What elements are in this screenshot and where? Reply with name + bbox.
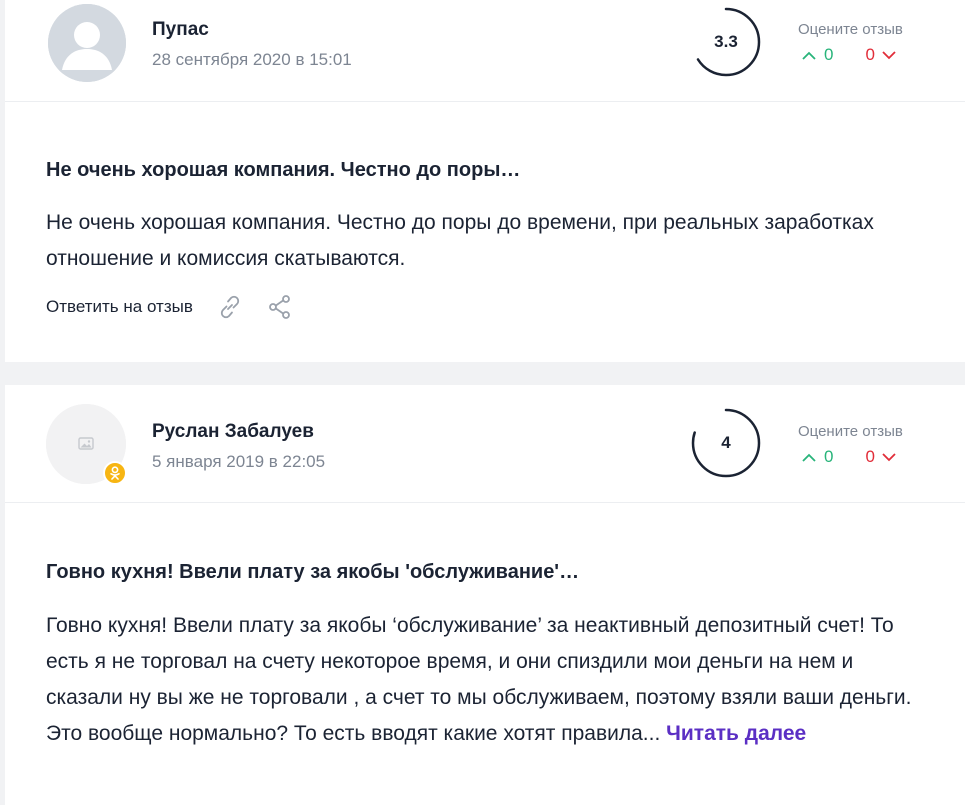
vote-controls: 0 0 (802, 44, 896, 66)
review-card: Пупас 28 сентября 2020 в 15:01 3.3 Оцени… (5, 0, 965, 362)
review-card: Руслан Забалуев 5 января 2019 в 22:05 4 … (5, 385, 965, 805)
vote-down-button[interactable]: 0 (865, 447, 896, 467)
review-score: 4 (690, 407, 762, 479)
odnoklassniki-icon (110, 466, 120, 480)
score-value: 3.3 (714, 32, 738, 51)
odnoklassniki-badge (103, 461, 127, 485)
review-author: Пупас (152, 19, 209, 40)
review-text: Говно кухня! Ввели плату за якобы ‘обслу… (46, 608, 926, 752)
review-header: Пупас 28 сентября 2020 в 15:01 3.3 Оцени… (5, 0, 965, 102)
vote-up-count: 0 (824, 447, 834, 466)
vote-up-count: 0 (824, 45, 834, 64)
review-actions: Ответить на отзыв (46, 294, 293, 320)
review-date: 28 сентября 2020 в 15:01 (152, 50, 352, 69)
vote-controls: 0 0 (802, 446, 896, 468)
reply-button[interactable]: Ответить на отзыв (46, 297, 193, 317)
rate-review-label: Оцените отзыв (798, 423, 903, 440)
score-value: 4 (721, 433, 731, 452)
review-title: Не очень хорошая компания. Честно до пор… (46, 159, 521, 181)
vote-up-button[interactable]: 0 (802, 447, 833, 467)
review-score: 3.3 (690, 6, 762, 78)
copy-link-button[interactable] (217, 294, 243, 320)
review-date: 5 января 2019 в 22:05 (152, 452, 326, 471)
vote-down-button[interactable]: 0 (865, 45, 896, 65)
read-more-link[interactable]: Читать далее (666, 722, 806, 745)
avatar (48, 4, 126, 82)
review-text: Не очень хорошая компания. Честно до пор… (46, 211, 874, 270)
vote-down-count: 0 (865, 447, 875, 466)
vote-up-button[interactable]: 0 (802, 45, 833, 65)
review-title: Говно кухня! Ввели плату за якобы 'обслу… (46, 561, 580, 583)
rate-review-label: Оцените отзыв (798, 21, 903, 38)
chevron-down-icon (882, 50, 896, 59)
review-author: Руслан Забалуев (152, 421, 314, 442)
chevron-up-icon (802, 453, 816, 462)
chevron-up-icon (802, 51, 816, 60)
avatar (46, 404, 127, 485)
share-button[interactable] (267, 294, 293, 320)
share-icon (268, 295, 290, 319)
link-icon (220, 295, 240, 319)
review-header: Руслан Забалуев 5 января 2019 в 22:05 4 … (5, 385, 965, 503)
default-user-icon (48, 4, 126, 82)
chevron-down-icon (882, 452, 896, 461)
vote-down-count: 0 (865, 45, 875, 64)
